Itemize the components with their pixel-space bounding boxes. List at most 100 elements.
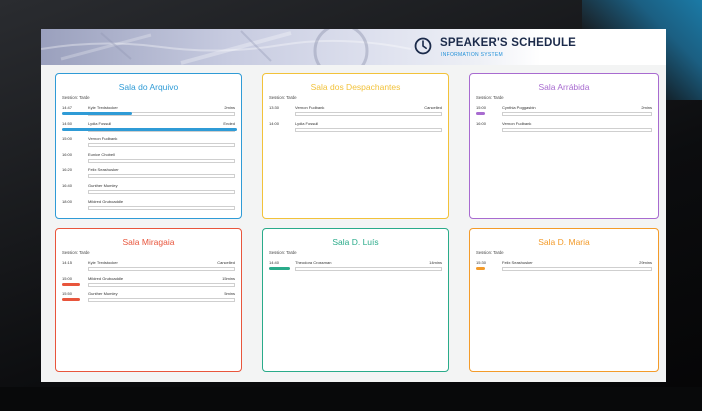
row-time: 15:50 <box>62 291 73 297</box>
row-divider <box>295 112 442 116</box>
row-speaker: Lydia Fossull <box>88 120 112 126</box>
row-speaker: Gunther Mumley <box>88 291 118 297</box>
row-speaker: Mildred Gruboaddle <box>88 198 124 204</box>
row-divider <box>502 267 652 271</box>
row-speaker: Vernon Fudbank <box>295 105 325 110</box>
row-speaker: Vernon Fudbank <box>502 120 532 126</box>
row-time: 14:00 <box>269 120 280 126</box>
schedule-list: 14:40 Theodora Crossman 14mins <box>269 258 442 274</box>
progress-bar <box>476 267 485 270</box>
session-label: Session: Tarde <box>269 250 297 255</box>
progress-bar <box>269 267 290 270</box>
row-speaker: Kyle Tredstocker <box>88 105 118 110</box>
schedule-row: 15:00 Mildred Gruboaddle 15mins <box>62 274 235 290</box>
row-time: 13:30 <box>269 105 280 110</box>
page-subtitle: INFORMATION SYSTEM <box>441 52 503 58</box>
schedule-list: 15:00 Cynthia Poggasbin 2mins 16:00 Vernon F… <box>476 103 652 134</box>
row-divider <box>88 282 235 287</box>
display-screen: SPEAKER'S SCHEDULE INFORMATION SYSTEM Sa… <box>41 29 666 382</box>
row-speaker: Felix Seashusker <box>88 167 119 173</box>
schedule-row: 15:00 Vernon Fudbank <box>62 134 235 150</box>
header-banner: SPEAKER'S SCHEDULE INFORMATION SYSTEM <box>41 29 666 65</box>
row-divider <box>88 158 235 163</box>
row-divider <box>88 205 235 210</box>
progress-bar <box>62 112 132 115</box>
row-time: 14:40 <box>269 260 280 265</box>
row-time: 15:00 <box>62 275 73 281</box>
progress-bar <box>62 127 237 131</box>
row-time: 15:00 <box>62 136 73 142</box>
room-name: Sala dos Despachantes <box>310 82 401 92</box>
room-card: Sala Miragaia Session: Tarde 14:15 Kyle Tre… <box>55 228 242 372</box>
room-name: Sala do Arquivo <box>118 82 179 92</box>
room-card: Sala do Arquivo Session: Tarde 14:47 Kyle T… <box>55 73 242 219</box>
schedule-row: 15:50 Gunther Mumley 5mins <box>62 289 235 305</box>
progress-bar <box>476 112 485 115</box>
schedule-row: 14:15 Kyle Tredstocker Cancelled <box>62 258 235 274</box>
schedule-list: 13:30 Vernon Fudbank Cancelled 14:00 Lydia F… <box>269 103 442 134</box>
schedule-row: 14:40 Theodora Crossman 14mins <box>269 258 442 274</box>
row-divider <box>295 127 442 132</box>
progress-bar <box>62 282 80 286</box>
monitor-stand <box>0 387 702 411</box>
row-status: Ended <box>223 120 235 126</box>
room-card: Sala D. Luís Session: Tarde 14:40 Theodora … <box>262 228 449 372</box>
row-speaker: Gunther Mumley <box>88 182 118 188</box>
schedule-list: 15:30 Felix Seashusker 29mins <box>476 258 652 274</box>
schedule-list: 14:15 Kyle Tredstocker Cancelled 15:00 Mildr… <box>62 258 235 305</box>
row-divider <box>502 112 652 116</box>
room-card: Sala Arrábida Session: Tarde 15:00 Cynthia … <box>469 73 659 219</box>
session-label: Session: Tarde <box>269 95 297 100</box>
row-divider <box>295 267 442 271</box>
schedule-row: 16:00 Eunice Chobell <box>62 150 235 166</box>
row-divider <box>88 143 235 148</box>
room-name: Sala Miragaia <box>122 237 175 247</box>
room-name: Sala D. Luís <box>332 237 379 247</box>
row-speaker: Felix Seashusker <box>502 260 533 265</box>
row-divider <box>88 174 235 179</box>
row-divider <box>502 127 652 132</box>
session-label: Session: Tarde <box>62 250 90 255</box>
row-speaker: Kyle Tredstocker <box>88 260 118 265</box>
schedule-row: 14:50 Lydia Fossull Ended <box>62 119 237 135</box>
session-label: Session: Tarde <box>62 95 90 100</box>
schedule-row: 16:00 Vernon Fudbank <box>476 119 652 135</box>
room-name: Sala D. Maria <box>538 237 590 247</box>
row-speaker: Vernon Fudbank <box>88 136 118 142</box>
row-divider <box>88 298 235 303</box>
session-label: Session: Tarde <box>476 95 504 100</box>
schedule-row: 16:20 Felix Seashusker <box>62 165 235 181</box>
row-time: 16:00 <box>476 120 487 126</box>
schedule-row: 16:40 Gunther Mumley <box>62 181 235 197</box>
schedule-row: 15:30 Felix Seashusker 29mins <box>476 258 652 274</box>
room-name: Sala Arrábida <box>538 82 590 92</box>
row-speaker: Cynthia Poggasbin <box>502 105 536 110</box>
schedule-list: 14:47 Kyle Tredstocker 2mins 14:50 Lydia Fos… <box>62 103 237 213</box>
row-time: 18:00 <box>62 198 73 204</box>
row-speaker: Theodora Crossman <box>295 260 332 265</box>
row-speaker: Lydia Fossull <box>295 120 319 126</box>
row-time: 16:40 <box>62 182 73 188</box>
row-time: 15:00 <box>476 105 487 110</box>
header-decoration <box>41 29 411 65</box>
row-status: 29mins <box>639 260 652 265</box>
schedule-row: 14:47 Kyle Tredstocker 2mins <box>62 103 235 119</box>
row-time: 14:50 <box>62 120 73 126</box>
room-card: Sala D. Maria Session: Tarde 15:30 Felix Se… <box>469 228 659 372</box>
row-status: 2mins <box>224 105 235 110</box>
page-title: SPEAKER'S SCHEDULE <box>440 37 577 49</box>
schedule-row: 18:00 Mildred Gruboaddle <box>62 197 235 213</box>
progress-bar <box>62 298 80 302</box>
schedule-row: 14:00 Lydia Fossull <box>269 119 442 135</box>
row-status: 2mins <box>641 105 652 110</box>
row-time: 14:15 <box>62 260 73 265</box>
row-divider <box>88 267 235 271</box>
row-status: 5mins <box>224 291 235 297</box>
row-speaker: Eunice Chobell <box>88 151 115 157</box>
row-divider <box>88 189 235 194</box>
room-card: Sala dos Despachantes Session: Tarde 13:30… <box>262 73 449 219</box>
row-time: 16:00 <box>62 151 73 157</box>
schedule-row: 15:00 Cynthia Poggasbin 2mins <box>476 103 652 119</box>
row-status: Cancelled <box>424 105 442 110</box>
row-status: Cancelled <box>217 260 235 265</box>
